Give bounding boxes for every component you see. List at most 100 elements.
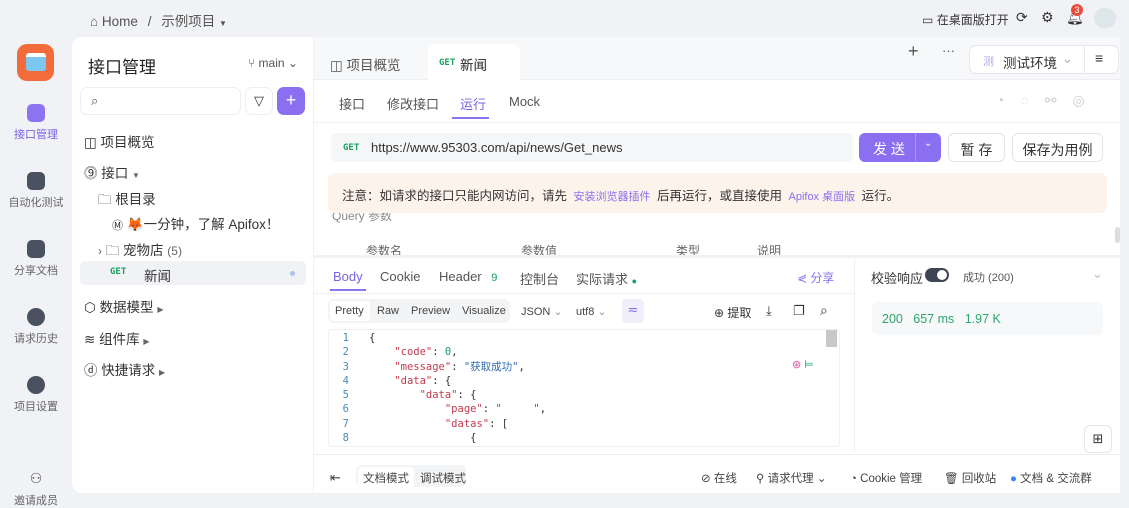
format-pretty[interactable]: Pretty [330,301,370,321]
proxy-menu[interactable]: ⚲ 请求代理 ⌄ [756,470,826,486]
status-code: 200 [882,312,903,326]
subtab-edit[interactable]: 修改接口 [387,94,439,113]
code-token: { [369,332,376,344]
locate-icon[interactable]: ⊛ ⊨ [792,358,814,371]
nav-automation[interactable]: 自动化测试 [0,172,72,210]
chevron-down-icon[interactable]: ⌄ [1092,266,1103,282]
tool-icons[interactable]: ◔◌⚯◎ [996,92,1101,109]
nav-api-management[interactable]: 接口管理 [0,104,72,142]
tree-quick-requests[interactable]: ⓓ 快捷请求 ▶ [84,359,165,379]
desktop-app-link[interactable]: Apifox 桌面版 [788,191,855,203]
code-line: 1{ [329,331,839,345]
search-input[interactable]: ⌕ [80,87,241,115]
tab-overview[interactable]: ◫ 项目概览 [330,54,401,74]
format-preview[interactable]: Preview [411,305,450,317]
nav-invite[interactable]: ⚇ 邀请成员 [0,470,72,508]
doc-mode[interactable]: 文档模式 [358,467,414,489]
resp-tab-actual-request[interactable]: 实际请求 ● [576,269,637,288]
new-tab-button[interactable]: + [908,41,919,62]
trash-icon: 🗑︎ [944,473,959,485]
save-as-case-button[interactable]: 保存为用例 [1012,133,1103,162]
json-key: "message" [394,360,452,373]
lightning-icon: ⓓ [84,363,98,378]
add-button[interactable]: + [277,87,305,115]
settings-icon [27,376,45,394]
resize-handle[interactable] [314,255,1120,258]
extract-button[interactable]: ⊕ 提取 [714,304,751,321]
subtab-mock[interactable]: Mock [509,94,540,109]
breadcrumb: ⌂ Home / 示例项目 ▼ [90,14,227,29]
folder-icon: 🗀 [105,243,120,258]
resp-tab-header[interactable]: Header 9 [439,269,497,284]
online-status[interactable]: ⊘ 在线 [701,470,737,486]
branch-selector[interactable]: ⑂ main ⌄ [248,56,298,70]
format-switch: Pretty Raw Preview Visualize [328,299,510,323]
url-input[interactable]: GET https://www.95303.com/api/news/Get_n… [331,133,853,162]
resp-tab-cookie[interactable]: Cookie [380,269,420,284]
breadcrumb-home[interactable]: Home [102,14,138,29]
cookie-manager[interactable]: ◔ Cookie 管理 [850,470,922,486]
tab-news[interactable]: GET 新闻 [428,44,520,81]
breadcrumb-project[interactable]: 示例项目 [161,14,215,29]
overview-icon: ◫ [330,58,343,73]
tree-data-models[interactable]: ⬡ 数据模型 ▶ [84,296,163,316]
sidebar: 接口管理 ⑂ main ⌄ ⌕ ▽ + ◫ 项目概览 ⓽ 接口 ▼ 🗀 根目录 … [72,37,313,493]
open-desktop-button[interactable]: ▭ 在桌面版打开 [922,11,1009,28]
monitor-icon: ▭ [922,13,934,27]
code-line: 4 "data": { [329,374,839,388]
nav-settings[interactable]: 项目设置 [0,376,72,414]
tree-root-folder[interactable]: 🗀 根目录 [98,188,156,213]
subtab-api[interactable]: 接口 [339,94,365,113]
environment-selector[interactable]: 测 测试环境 ⌄ ≡ [969,45,1119,74]
notification-badge: 3 [1071,4,1083,16]
layout-icon[interactable]: ⊞ [1084,425,1112,453]
api-icon: ⓽ [84,166,98,181]
gear-icon[interactable]: ⚙ [1041,9,1054,26]
resp-tab-console[interactable]: 控制台 [520,269,559,288]
tree-components[interactable]: ≋ 组件库 ▶ [84,328,150,348]
avatar[interactable] [1094,8,1116,28]
trash-button[interactable]: 🗑︎ 回收站 [944,470,996,486]
refresh-icon[interactable]: ⟳ [1016,9,1028,26]
send-button[interactable]: 发 送 ⌄ [859,133,941,162]
format-raw[interactable]: Raw [377,305,399,317]
debug-mode[interactable]: 调试模式 [420,470,466,486]
cookie-icon: ◔ [850,473,857,485]
encoding-select[interactable]: utf8 ⌄ [576,305,607,318]
search-icon[interactable]: ⌕ [820,302,828,319]
share-button[interactable]: ⋞ 分享 [797,269,834,286]
copy-icon[interactable]: ❐ [793,303,805,319]
automation-icon [27,172,45,190]
nav-history[interactable]: 请求历史 [0,308,72,346]
json-key: "code" [394,346,433,359]
subtab-run[interactable]: 运行 [460,94,486,113]
wrap-icon[interactable]: ≂ [622,299,644,323]
menu-icon[interactable]: ≡ [1084,46,1103,73]
nav-share-docs[interactable]: 分享文档 [0,240,72,278]
cube-icon: ⬡ [84,300,96,315]
code-line: 5 "data": { [329,388,839,402]
save-button[interactable]: 暂 存 [948,133,1005,162]
collapse-sidebar-icon[interactable]: ⇤ [330,470,341,486]
tree-news-selected[interactable]: GET 新闻 [80,261,306,285]
params-scrollbar[interactable] [1115,227,1120,243]
format-visualize[interactable]: Visualize [462,305,506,317]
download-icon[interactable]: ⤓ [766,303,772,319]
main-panel: ◫ 项目概览 GET 新闻 + ··· 测 测试环境 ⌄ ≡ 接口 修改接口 运… [314,37,1120,493]
tree-intro-doc[interactable]: Ⓜ 🦊一分钟，了解 Apifox！ [112,213,279,233]
install-extension-link[interactable]: 安装浏览器插件 [574,191,651,203]
editor-scrollbar[interactable] [826,330,837,347]
filter-button[interactable]: ▽ [245,87,273,115]
response-body-editor[interactable]: 1{2 "code": 0, 3 "message": "获取成功", 4 "dat… [328,329,840,447]
tree-api[interactable]: ⓽ 接口 ▼ [84,162,140,182]
response-time: 657 ms [913,312,955,326]
docs-community[interactable]: ● 文档 & 交流群 [1010,470,1092,486]
json-value: { [444,374,452,387]
more-icon[interactable]: ··· [942,43,955,58]
tree-overview[interactable]: ◫ 项目概览 [84,131,155,151]
plus-icon: + [285,90,297,110]
validate-toggle[interactable] [925,268,949,282]
chevron-down-icon[interactable]: ⌄ [915,133,932,162]
type-select[interactable]: JSON ⌄ [521,305,563,318]
resp-tab-body[interactable]: Body [333,269,363,284]
